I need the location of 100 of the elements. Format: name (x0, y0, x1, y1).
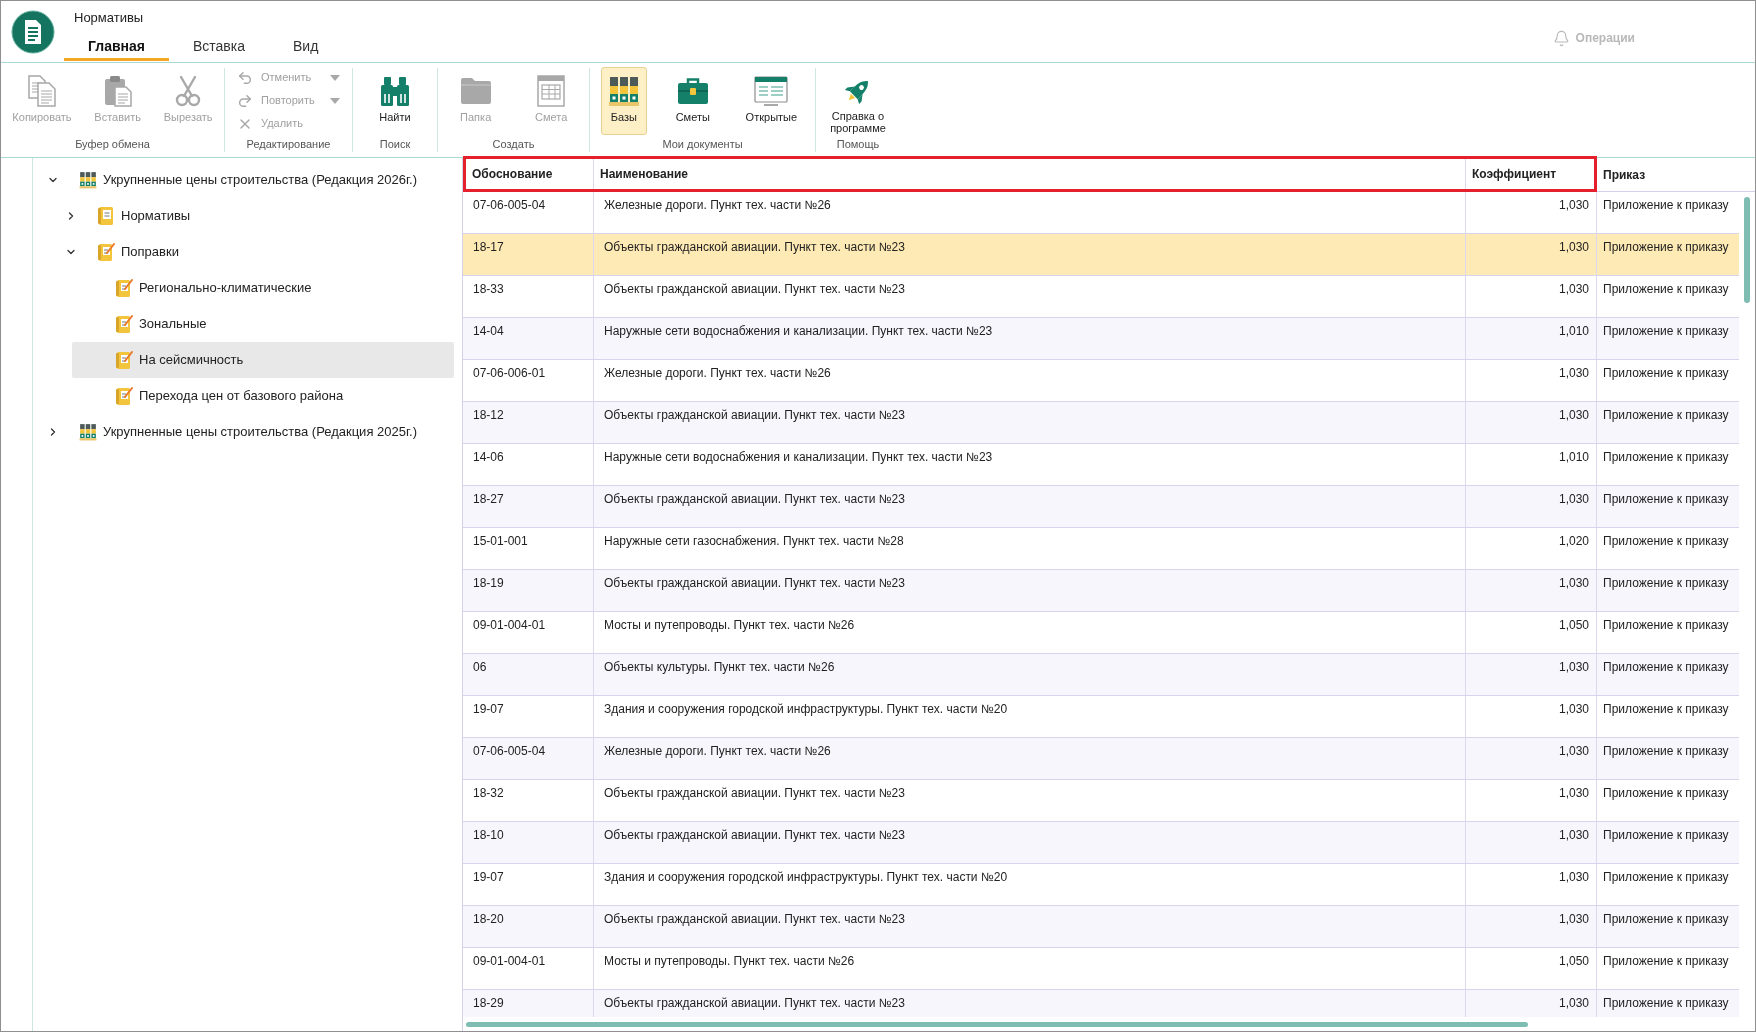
table-row[interactable]: 18-10 Объекты гражданской авиации. Пункт тех. части №23 1,030 Приложение к приказу (463, 822, 1739, 864)
table-row[interactable]: 19-07 Здания и сооружения городской инфраструктуры. Пункт тех. части №20 1,030 Приложение к приказу (463, 864, 1739, 906)
clipboard-icon (102, 75, 133, 107)
table-cell: 1,030 (1558, 660, 1589, 674)
ribbon-button[interactable]: Сметы (668, 67, 717, 135)
table-row[interactable]: 18-32 Объекты гражданской авиации. Пункт тех. части №23 1,030 Приложение к приказу (463, 780, 1739, 822)
ribbon-tab[interactable]: Вставка (168, 33, 269, 61)
table-row[interactable]: 18-27 Объекты гражданской авиации. Пункт тех. части №23 1,030 Приложение к приказу (463, 486, 1739, 528)
table-cell: Приложение к приказу (1603, 240, 1729, 254)
table-row[interactable]: 18-12 Объекты гражданской авиации. Пункт тех. части №23 1,030 Приложение к приказу (463, 402, 1739, 444)
table-row[interactable]: 18-19 Объекты гражданской авиации. Пункт тех. части №23 1,030 Приложение к приказу (463, 570, 1739, 612)
table-cell: 1,030 (1558, 912, 1589, 926)
table-cell: 18-29 (473, 996, 504, 1010)
undo-icon (237, 69, 253, 86)
table-cell: Приложение к приказу (1603, 492, 1729, 506)
table-cell: 19-07 (473, 870, 504, 884)
table-cell: 1,030 (1558, 198, 1589, 212)
ribbon-button[interactable]: Базы (600, 67, 647, 135)
table-cell: Железные дороги. Пункт тех. части №26 (604, 366, 831, 380)
table-cell: Объекты гражданской авиации. Пункт тех. части №23 (604, 786, 905, 800)
table-cell: 1,030 (1558, 492, 1589, 506)
table-row[interactable]: 18-20 Объекты гражданской авиации. Пункт тех. части №23 1,030 Приложение к приказу (463, 906, 1739, 948)
table-row[interactable]: 18-17 Объекты гражданской авиации. Пункт тех. части №23 1,030 Приложение к приказу (463, 234, 1739, 276)
horizontal-scrollbar[interactable] (466, 1021, 1528, 1027)
scissors-icon (174, 75, 203, 107)
table-cell: 1,010 (1558, 324, 1589, 338)
table-cell: 1,030 (1558, 366, 1589, 380)
table-cell: 07-06-005-04 (473, 744, 546, 758)
tree-item[interactable]: Нормативы (54, 198, 454, 234)
tree-item[interactable]: Регионально-климатические (72, 270, 454, 306)
table-row[interactable]: 14-06 Наружные сети водоснабжения и канализации. Пункт тех. части №23 1,010 Приложение к приказу (463, 444, 1739, 486)
ribbon-tab[interactable]: Вид (269, 33, 343, 61)
tree-item[interactable]: Укрупненные цены строительства (Редакция 2026г.) (36, 162, 454, 198)
spreadsheet-document-icon (537, 75, 566, 107)
table-row[interactable]: 07-06-005-04 Железные дороги. Пункт тех. части №26 1,030 Приложение к приказу (463, 192, 1739, 234)
table-cell: Железные дороги. Пункт тех. части №26 (604, 198, 831, 212)
table-cell: Здания и сооружения городской инфраструктуры. Пункт тех. части №20 (604, 870, 1008, 884)
bell-icon (1552, 29, 1570, 47)
column-header[interactable]: Приказ (1597, 158, 1755, 191)
window-icon (754, 76, 789, 106)
notebook-pencil-icon (97, 242, 115, 262)
table-row[interactable]: 18-33 Объекты гражданской авиации. Пункт тех. части №23 1,030 Приложение к приказу (463, 276, 1739, 318)
table-cell: 1,030 (1558, 996, 1589, 1010)
table-cell: 18-19 (473, 576, 504, 590)
ribbon-button[interactable]: Найти (372, 67, 418, 135)
table-cell: Наружные сети водоснабжения и канализации. Пункт тех. части №23 (604, 450, 993, 464)
tree-item[interactable]: Перехода цен от базового района (72, 378, 454, 414)
table-cell: 1,010 (1558, 450, 1589, 464)
table-cell: Объекты гражданской авиации. Пункт тех. части №23 (604, 996, 905, 1010)
table-cell: Приложение к приказу (1603, 534, 1729, 548)
table-row[interactable]: 15-01-001 Наружные сети газоснабжения. Пункт тех. части №28 1,020 Приложение к приказу (463, 528, 1739, 570)
table-cell: 18-12 (473, 408, 504, 422)
table-cell: Приложение к приказу (1603, 912, 1729, 926)
table-cell: 1,050 (1558, 618, 1589, 632)
table-cell: Объекты гражданской авиации. Пункт тех. части №23 (604, 828, 905, 842)
group-label: Создать (492, 138, 535, 152)
table-row[interactable]: 18-29 Объекты гражданской авиации. Пункт тех. части №23 1,030 Приложение к приказу (463, 990, 1739, 1017)
notebook-pencil-icon (115, 278, 133, 298)
table-row[interactable]: 07-06-006-01 Железные дороги. Пункт тех. части №26 1,030 Приложение к приказу (463, 360, 1739, 402)
table-cell: Объекты гражданской авиации. Пункт тех. части №23 (604, 240, 905, 254)
table-cell: Приложение к приказу (1603, 954, 1729, 968)
binders-icon (607, 75, 640, 107)
table-row[interactable]: 06 Объекты культуры. Пункт тех. части №26 1,030 Приложение к приказу (463, 654, 1739, 696)
table-row[interactable]: 14-04 Наружные сети водоснабжения и канализации. Пункт тех. части №23 1,010 Приложение к приказу (463, 318, 1739, 360)
table-row[interactable]: 09-01-004-01 Мосты и путепроводы. Пункт тех. части №26 1,050 Приложение к приказу (463, 612, 1739, 654)
tree-item[interactable]: Укрупненные цены строительства (Редакция 2025г.) (36, 414, 454, 450)
table-cell: Приложение к приказу (1603, 324, 1729, 338)
table-cell: 18-17 (473, 240, 504, 254)
table-cell: 06 (473, 660, 487, 674)
table-cell: 1,030 (1558, 744, 1589, 758)
table-cell: Приложение к приказу (1603, 366, 1729, 380)
ribbon-button[interactable]: Открытые (738, 67, 805, 135)
caret-icon (330, 74, 340, 81)
ribbon-button[interactable]: Справка о программе (816, 67, 900, 135)
table-cell: 18-27 (473, 492, 504, 506)
table-cell: 09-01-004-01 (473, 954, 546, 968)
tree-item[interactable]: На сейсмичность (72, 342, 454, 378)
vertical-scrollbar[interactable] (1744, 197, 1750, 303)
tree-item[interactable]: Зональные (72, 306, 454, 342)
table-row[interactable]: 09-01-004-01 Мосты и путепроводы. Пункт тех. части №26 1,050 Приложение к приказу (463, 948, 1739, 990)
column-header[interactable]: Обоснование (466, 159, 594, 189)
binders-icon (79, 423, 97, 441)
column-header[interactable]: Коэффициент (1466, 159, 1594, 189)
table-cell: Приложение к приказу (1603, 744, 1729, 758)
tree-item[interactable]: Поправки (54, 234, 454, 270)
table-cell: 1,030 (1558, 576, 1589, 590)
table-row[interactable]: 19-07 Здания и сооружения городской инфраструктуры. Пункт тех. части №20 1,030 Приложение к приказу (463, 696, 1739, 738)
table-cell: 1,030 (1558, 702, 1589, 716)
table-cell: 1,030 (1558, 870, 1589, 884)
table-cell: 15-01-001 (473, 534, 528, 548)
ribbon-tab[interactable]: Главная (64, 33, 169, 61)
group-label: Буфер обмена (75, 138, 150, 152)
table-cell: Объекты гражданской авиации. Пункт тех. части №23 (604, 492, 905, 506)
table-row[interactable]: 07-06-005-04 Железные дороги. Пункт тех. части №26 1,030 Приложение к приказу (463, 738, 1739, 780)
group-label: Помощь (836, 138, 880, 152)
table-cell: 18-32 (473, 786, 504, 800)
column-header[interactable]: Наименование (594, 159, 1466, 189)
group-label: Редактирование (246, 138, 331, 152)
table-cell: Приложение к приказу (1603, 576, 1729, 590)
table-cell: 1,050 (1558, 954, 1589, 968)
